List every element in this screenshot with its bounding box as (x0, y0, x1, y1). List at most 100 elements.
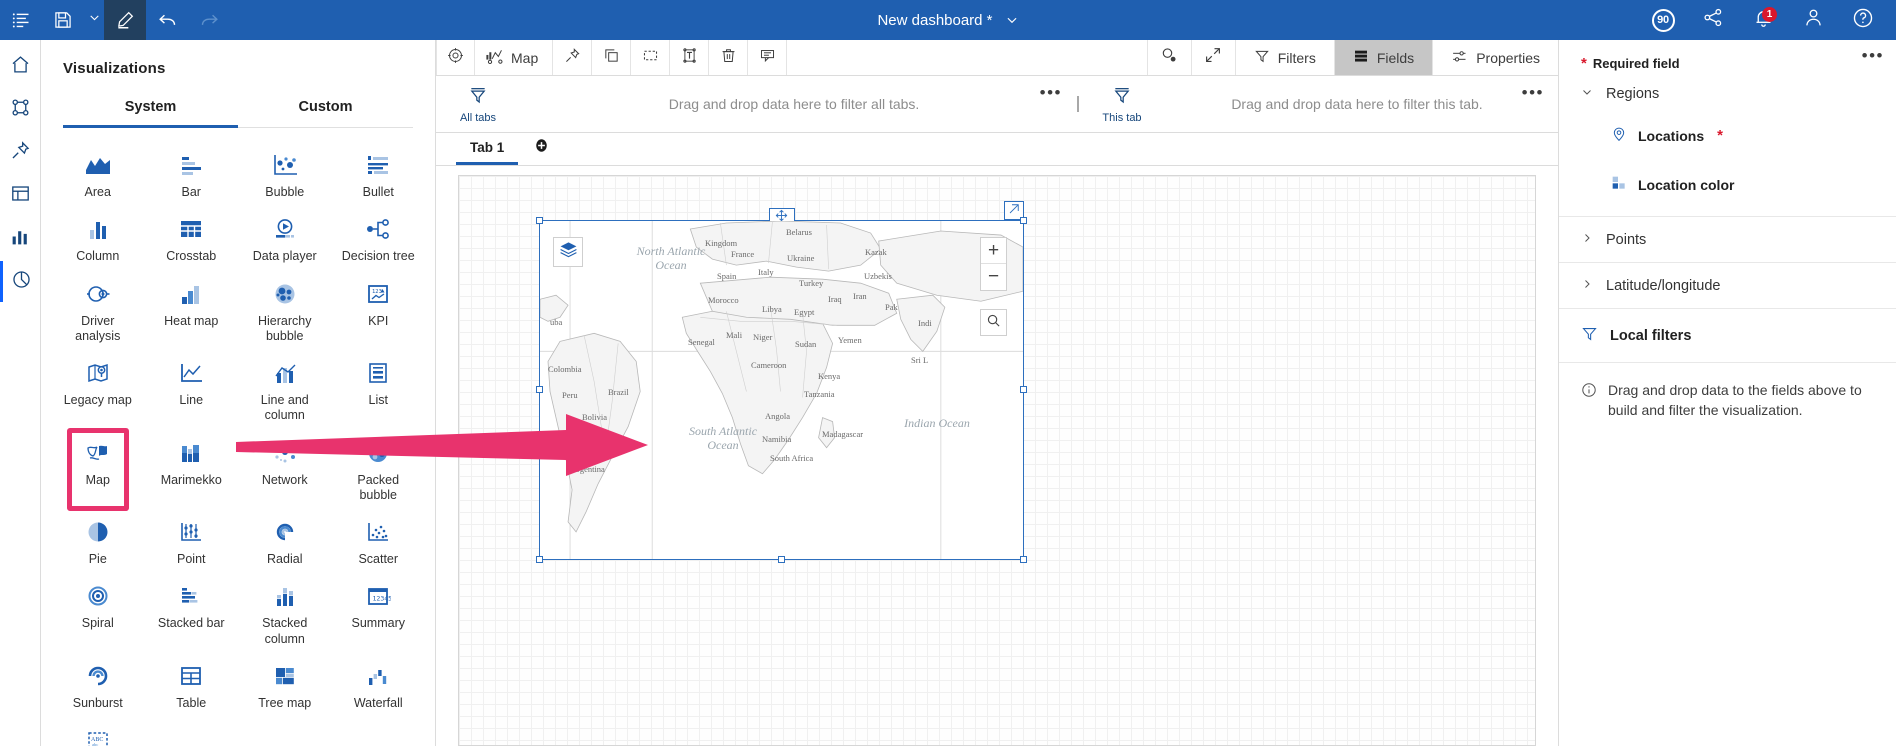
viz-item-network[interactable]: Network (238, 430, 332, 508)
map-zoom-out-button[interactable]: − (981, 264, 1006, 290)
resize-handle-bottom-center[interactable] (777, 556, 785, 563)
text-button[interactable] (670, 40, 710, 75)
viz-item-pie[interactable]: Pie (51, 509, 145, 571)
viz-item-heat-map[interactable]: Heat map (145, 271, 239, 349)
fields-group-points-header[interactable]: Points (1559, 217, 1896, 262)
field-locations[interactable]: Locations * (1559, 116, 1896, 155)
rail-item-charts[interactable] (0, 218, 41, 259)
chevron-down-icon (1581, 86, 1593, 102)
resize-handle-top-right[interactable] (1020, 217, 1027, 224)
rail-item-visualizations[interactable] (0, 261, 41, 302)
local-filters-header[interactable]: Local filters (1559, 309, 1896, 362)
viz-item-label: Stacked column (262, 616, 308, 646)
map-widget[interactable]: + − North Atlantic Ocean South Atlantic … (536, 201, 1027, 563)
dashboard-tab-1[interactable]: Tab 1 (456, 140, 519, 165)
viz-item-driver-analysis[interactable]: Driver analysis (51, 271, 145, 349)
pin-button[interactable] (553, 40, 593, 75)
viz-item-line[interactable]: Line (145, 350, 239, 428)
tab-filters[interactable]: Filters (1234, 40, 1334, 75)
help-button[interactable] (1840, 0, 1886, 40)
viz-item-kpi[interactable]: 123 KPI (332, 271, 426, 349)
undo-button[interactable] (146, 0, 188, 40)
add-tab-button[interactable] (534, 138, 549, 158)
viz-item-spiral[interactable]: Spiral (51, 573, 145, 651)
tab-system[interactable]: System (63, 93, 238, 128)
redo-button[interactable] (188, 0, 230, 40)
fields-group-regions-header[interactable]: Regions (1559, 71, 1896, 116)
viz-item-marimekko[interactable]: Marimekko (145, 430, 239, 508)
viz-item-summary[interactable]: 12345 Summary (332, 573, 426, 651)
fields-panel-overflow-button[interactable]: ••• (1862, 46, 1884, 66)
viz-item-stacked-column[interactable]: Stacked column (238, 573, 332, 651)
copy-button[interactable] (592, 40, 632, 75)
viz-type-button[interactable]: Map (475, 40, 554, 75)
viz-item-table[interactable]: Table (145, 653, 239, 715)
chevron-right-icon (1581, 278, 1593, 294)
score-badge-button[interactable]: 90 (1640, 0, 1686, 40)
viz-item-crosstab[interactable]: Crosstab (145, 206, 239, 268)
select-button[interactable] (631, 40, 671, 75)
viz-item-waterfall[interactable]: Waterfall (332, 653, 426, 715)
resize-handle-right-center[interactable] (1020, 386, 1027, 393)
resize-handle-left-center[interactable] (536, 386, 543, 393)
save-options-button[interactable] (84, 0, 104, 40)
main-menu-button[interactable] (0, 0, 42, 40)
comment-button[interactable] (748, 40, 788, 75)
share-button[interactable] (1690, 0, 1736, 40)
viz-item-packed-bubble[interactable]: Packed bubble (332, 430, 426, 508)
resize-handle-bottom-right[interactable] (1020, 556, 1027, 563)
viz-item-label: List (368, 393, 388, 407)
viz-item-line-and-column[interactable]: Line and column (238, 350, 332, 428)
viz-item-scatter[interactable]: Scatter (332, 509, 426, 571)
fields-group-latlong-header[interactable]: Latitude/longitude (1559, 263, 1896, 308)
rail-item-sources[interactable] (0, 89, 41, 130)
viz-item-word-cloud[interactable]: ABCabcWord cloud (51, 717, 145, 746)
edit-mode-button[interactable] (104, 0, 146, 40)
viz-item-bullet[interactable]: Bullet (332, 142, 426, 204)
user-account-button[interactable] (1790, 0, 1836, 40)
rail-item-boards[interactable] (0, 175, 41, 216)
this-tab-filter-zone[interactable]: This tab Drag and drop data here to filt… (1080, 76, 1558, 132)
bar-chart-icon (178, 148, 204, 182)
tab-fields[interactable]: Fields (1333, 40, 1433, 75)
notifications-button[interactable]: 1 (1740, 0, 1786, 40)
map-layers-button[interactable] (553, 237, 583, 267)
viz-item-hierarchy-bubble[interactable]: Hierarchy bubble (238, 271, 332, 349)
viz-item-bar[interactable]: Bar (145, 142, 239, 204)
viz-item-column[interactable]: Column (51, 206, 145, 268)
map-visualization[interactable]: + − North Atlantic Ocean South Atlantic … (540, 221, 1023, 559)
viz-item-area[interactable]: Area (51, 142, 145, 204)
rail-item-home[interactable] (0, 46, 41, 87)
viz-item-decision-tree[interactable]: Decision tree (332, 206, 426, 268)
all-tabs-filter-zone[interactable]: All tabs Drag and drop data here to filt… (436, 76, 1076, 132)
expand-button[interactable] (1190, 40, 1235, 75)
viz-item-map[interactable]: Map (51, 427, 145, 511)
save-button[interactable] (42, 0, 84, 40)
viz-item-legacy-map[interactable]: Legacy map (51, 350, 145, 428)
tab-properties[interactable]: Properties (1432, 40, 1558, 75)
title-chevron-down-icon[interactable] (1005, 13, 1019, 27)
tab-custom[interactable]: Custom (238, 93, 413, 128)
viz-item-stacked-bar[interactable]: Stacked bar (145, 573, 239, 651)
resize-handle-top-left[interactable] (536, 217, 543, 224)
page-title[interactable]: New dashboard * (877, 12, 992, 29)
map-search-button[interactable] (980, 309, 1007, 336)
map-zoom-in-button[interactable]: + (981, 238, 1006, 264)
viz-item-sunburst[interactable]: Sunburst (51, 653, 145, 715)
field-location-color[interactable]: Location color (1559, 155, 1896, 216)
dashboard-canvas[interactable]: + − North Atlantic Ocean South Atlantic … (458, 175, 1536, 746)
viz-item-point[interactable]: Point (145, 509, 239, 571)
viz-item-tree-map[interactable]: Tree map (238, 653, 332, 715)
delete-button[interactable] (709, 40, 749, 75)
search-data-button[interactable] (1146, 40, 1191, 75)
viz-item-data-player[interactable]: Data player (238, 206, 332, 268)
this-tab-overflow-button[interactable]: ••• (1522, 84, 1544, 101)
viz-item-list[interactable]: List (332, 350, 426, 428)
resize-handle-bottom-left[interactable] (536, 556, 543, 563)
target-button[interactable] (436, 40, 475, 75)
viz-item-bubble[interactable]: Bubble (238, 142, 332, 204)
rail-item-pinned[interactable] (0, 132, 41, 173)
viz-item-radial[interactable]: Radial (238, 509, 332, 571)
all-tabs-overflow-button[interactable]: ••• (1040, 84, 1062, 101)
stacked-bar-icon (178, 579, 204, 613)
